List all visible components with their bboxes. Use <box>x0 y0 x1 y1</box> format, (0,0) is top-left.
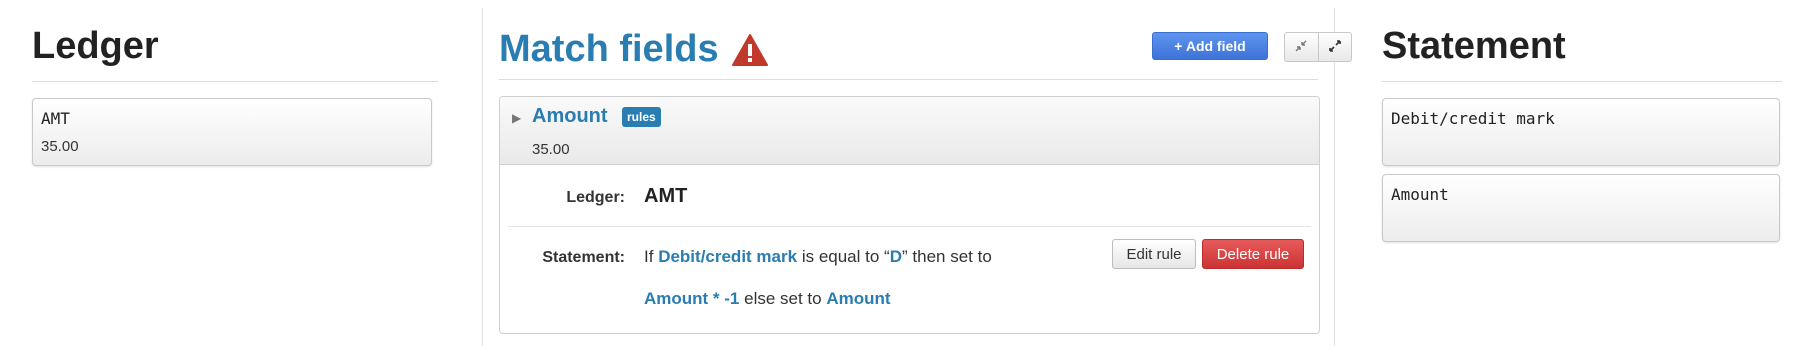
rule-else-expression: Amount <box>826 289 891 308</box>
match-field-name[interactable]: Amount <box>532 105 608 128</box>
rule-operator: is equal to <box>801 247 880 266</box>
rule-condition-literal: “D” <box>884 247 908 266</box>
ledger-field-name: AMT <box>41 109 70 128</box>
statement-column: Statement Debit/credit mark Amount <box>1382 10 1782 242</box>
expand-caret-icon[interactable]: ▶ <box>512 111 521 125</box>
warning-triangle-icon <box>731 33 769 67</box>
rule-condition-value: D <box>889 247 902 266</box>
edit-rule-label: Edit rule <box>1126 245 1182 263</box>
statement-field-card[interactable]: Amount <box>1382 174 1780 242</box>
ledger-field-value: 35.00 <box>41 138 79 155</box>
rules-badge: rules <box>622 107 661 127</box>
rule-then-expression: Amount * -1 <box>644 289 740 308</box>
add-field-button[interactable]: + Add field <box>1152 32 1268 60</box>
rule-if-word: If <box>644 247 654 266</box>
ledger-mapping-label: Ledger: <box>566 189 625 206</box>
reconcile-page: Ledger AMT 35.00 Match fields + Add fiel… <box>0 0 1798 346</box>
match-field-panel: ▶ Amount rules 35.00 Ledger: AMT Stateme… <box>499 96 1320 334</box>
match-field-body: Ledger: AMT Statement: If Debit/credit m… <box>500 165 1319 333</box>
statement-field-name: Debit/credit mark <box>1391 109 1555 128</box>
statement-title: Statement <box>1382 10 1782 82</box>
statement-rule-row: Statement: If Debit/credit mark is equal… <box>508 227 1311 333</box>
ledger-title: Ledger <box>32 10 438 82</box>
match-fields-title-group: Match fields <box>499 28 769 71</box>
ledger-mapping-row: Ledger: AMT <box>508 165 1311 227</box>
add-field-label: + Add field <box>1174 38 1246 54</box>
view-toggle-group <box>1284 32 1352 62</box>
statement-field-name: Amount <box>1391 185 1449 204</box>
match-fields-column: Match fields + Add field ▶ Amount rules … <box>482 8 1352 346</box>
edit-rule-button[interactable]: Edit rule <box>1112 239 1196 269</box>
rule-condition-line: If Debit/credit mark is equal to “D” the… <box>644 247 992 267</box>
rule-then-word: then set to <box>912 247 992 266</box>
ledger-mapping-value: AMT <box>644 185 688 207</box>
rule-result-line: Amount * -1 else set to Amount <box>644 289 891 309</box>
rule-close-quote: ” <box>902 247 908 266</box>
statement-rule-label: Statement: <box>542 249 625 266</box>
ledger-column: Ledger AMT 35.00 <box>32 10 438 166</box>
collapse-button[interactable] <box>1285 33 1318 61</box>
match-fields-header: Match fields + Add field <box>499 18 1352 80</box>
match-field-header[interactable]: ▶ Amount rules 35.00 <box>500 97 1319 165</box>
collapse-icon <box>1294 39 1308 56</box>
expand-icon <box>1328 39 1342 56</box>
match-field-value: 35.00 <box>532 141 570 158</box>
statement-field-card[interactable]: Debit/credit mark <box>1382 98 1780 166</box>
delete-rule-button[interactable]: Delete rule <box>1202 239 1304 269</box>
rule-else-word: else set to <box>744 289 822 308</box>
delete-rule-label: Delete rule <box>1216 245 1290 263</box>
match-fields-title: Match fields <box>499 28 719 70</box>
rule-condition-field: Debit/credit mark <box>658 247 798 266</box>
expand-button[interactable] <box>1317 33 1352 61</box>
ledger-field-card[interactable]: AMT 35.00 <box>32 98 432 166</box>
